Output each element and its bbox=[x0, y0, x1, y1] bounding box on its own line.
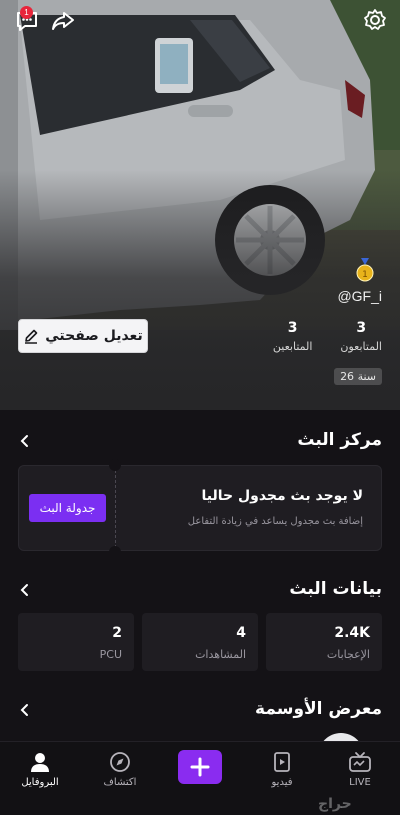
nav-profile[interactable]: البروفايل bbox=[10, 750, 70, 788]
nav-profile-label: البروفايل bbox=[21, 777, 59, 788]
nav-explore-label: اكتشاف bbox=[103, 777, 137, 788]
nav-video-label: فيديو bbox=[271, 777, 293, 788]
edit-profile-button[interactable]: تعديل صفحتي bbox=[18, 319, 148, 353]
views-card: 4 المشاهدات bbox=[142, 613, 258, 671]
following-label: المتابعين bbox=[272, 340, 313, 353]
likes-label: الإعجابات bbox=[326, 648, 370, 661]
profile-stats: 3 المتابعون 3 المتابعين bbox=[273, 320, 382, 353]
badges-gallery-title: معرض الأوسمة bbox=[255, 699, 382, 719]
pcu-card: 2 PCU bbox=[18, 613, 134, 671]
profile-handle: @GF_i bbox=[337, 288, 382, 304]
nav-live[interactable]: LIVE bbox=[330, 750, 390, 788]
followers-count: 3 bbox=[356, 320, 367, 336]
scheduled-stream-card: جدولة البث لا يوجد بث مجدول حاليا إضافة … bbox=[18, 459, 382, 558]
stream-center-title: مركز البث bbox=[297, 430, 382, 450]
nav-video[interactable]: فيديو bbox=[252, 750, 312, 788]
stream-data-cards: 2 PCU 4 المشاهدات 2.4K الإعجابات bbox=[18, 613, 382, 671]
no-scheduled-stream-subtitle: إضافة بث مجدول يساعد في زيادة التفاعل bbox=[187, 516, 363, 527]
chevron-left-icon[interactable] bbox=[18, 703, 32, 717]
likes-value: 2.4K bbox=[334, 625, 370, 641]
edit-profile-label: تعديل صفحتي bbox=[45, 328, 143, 344]
chevron-left-icon[interactable] bbox=[18, 434, 32, 448]
profile-header: 1 1 @GF_i 3 المتابعون 3 المتابعين 26 سنة bbox=[0, 0, 400, 410]
likes-card: 2.4K الإعجابات bbox=[266, 613, 382, 671]
views-label: المشاهدات bbox=[195, 648, 246, 661]
compass-icon bbox=[110, 752, 130, 772]
video-icon bbox=[274, 752, 290, 772]
nav-explore[interactable]: اكتشاف bbox=[90, 750, 150, 788]
medal-icon: 1 bbox=[356, 258, 374, 282]
messages-button[interactable]: 1 bbox=[12, 6, 42, 36]
stream-data-title: بيانات البث bbox=[289, 579, 382, 599]
followers-stat[interactable]: 3 المتابعون bbox=[340, 320, 382, 353]
live-tv-icon bbox=[349, 752, 371, 772]
pcu-value: 2 bbox=[112, 625, 122, 641]
create-button[interactable] bbox=[178, 750, 222, 784]
following-stat[interactable]: 3 المتابعين bbox=[273, 320, 313, 353]
site-watermark: حراج bbox=[318, 796, 352, 812]
notification-badge: 1 bbox=[20, 6, 33, 19]
pencil-icon bbox=[25, 329, 38, 344]
no-scheduled-stream-title: لا يوجد بث مجدول حاليا bbox=[201, 488, 363, 504]
age-badge: 26 سنة bbox=[334, 368, 382, 385]
chevron-left-icon[interactable] bbox=[18, 583, 32, 597]
views-value: 4 bbox=[236, 625, 246, 641]
person-icon bbox=[31, 753, 49, 772]
following-count: 3 bbox=[287, 320, 298, 336]
svg-text:1: 1 bbox=[362, 270, 368, 280]
pcu-label: PCU bbox=[99, 648, 122, 661]
schedule-stream-button[interactable]: جدولة البث bbox=[29, 494, 106, 522]
plus-icon bbox=[190, 757, 210, 777]
followers-label: المتابعون bbox=[340, 340, 382, 353]
gear-icon bbox=[364, 9, 386, 30]
share-button[interactable] bbox=[48, 6, 78, 36]
settings-button[interactable] bbox=[360, 5, 390, 35]
nav-live-label: LIVE bbox=[349, 777, 371, 788]
share-icon bbox=[52, 12, 74, 30]
